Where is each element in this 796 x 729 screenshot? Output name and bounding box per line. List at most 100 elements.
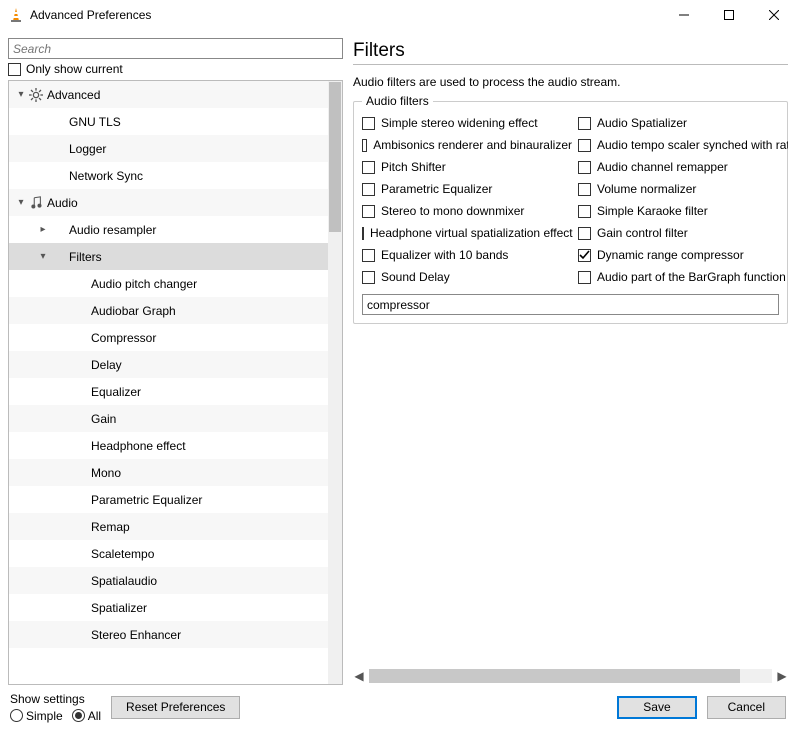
close-button[interactable] <box>751 0 796 30</box>
filter-checkbox[interactable]: Equalizer with 10 bands <box>362 248 572 262</box>
tree-item[interactable]: Spatializer <box>9 594 328 621</box>
tree-item[interactable]: Spatialaudio <box>9 567 328 594</box>
tree-item[interactable]: Equalizer <box>9 378 328 405</box>
checkbox-icon <box>362 183 375 196</box>
scroll-thumb[interactable] <box>369 669 740 683</box>
chevron-down-icon[interactable]: ▾ <box>15 197 27 208</box>
scroll-track[interactable] <box>369 669 772 683</box>
tree-item[interactable]: Stereo Enhancer <box>9 621 328 648</box>
radio-icon <box>72 709 85 722</box>
maximize-button[interactable] <box>706 0 751 30</box>
filter-checkbox[interactable]: Stereo to mono downmixer <box>362 204 572 218</box>
minimize-button[interactable] <box>661 0 706 30</box>
radio-icon <box>10 709 23 722</box>
filter-checkbox[interactable]: Gain control filter <box>578 226 788 240</box>
tree-item[interactable]: ▸Audio resampler <box>9 216 328 243</box>
page-title: Filters <box>353 40 788 62</box>
checkbox-icon <box>578 227 591 240</box>
tree-item[interactable]: GNU TLS <box>9 108 328 135</box>
filter-checkbox-label: Simple stereo widening effect <box>381 116 538 130</box>
chevron-down-icon[interactable]: ▾ <box>37 251 49 262</box>
tree-item[interactable]: Mono <box>9 459 328 486</box>
group-legend: Audio filters <box>362 94 433 108</box>
tree-item[interactable]: Logger <box>9 135 328 162</box>
filter-checkbox[interactable]: Audio channel remapper <box>578 160 788 174</box>
filter-checkbox-label: Sound Delay <box>381 270 450 284</box>
tree-item-label: Advanced <box>45 88 100 102</box>
tree-item[interactable]: Network Sync <box>9 162 328 189</box>
footer: Show settings Simple All Reset Preferenc… <box>0 685 796 729</box>
filter-checkbox[interactable]: Volume normalizer <box>578 182 788 196</box>
tree-item-label: Compressor <box>89 331 156 345</box>
search-input[interactable] <box>8 38 343 59</box>
reset-preferences-button[interactable]: Reset Preferences <box>111 696 240 719</box>
show-settings-label: Show settings <box>10 692 101 706</box>
tree-item[interactable]: Audio pitch changer <box>9 270 328 297</box>
filter-checkbox-label: Stereo to mono downmixer <box>381 204 524 218</box>
only-show-current-checkbox[interactable]: Only show current <box>8 62 343 76</box>
filter-checkbox-label: Simple Karaoke filter <box>597 204 708 218</box>
chevron-down-icon[interactable]: ▾ <box>15 89 27 100</box>
tree-item-label: Filters <box>67 250 102 264</box>
tree-item-label: Audio pitch changer <box>89 277 197 291</box>
tree-item[interactable]: Parametric Equalizer <box>9 486 328 513</box>
checkbox-icon <box>362 161 375 174</box>
filter-checkbox[interactable]: Ambisonics renderer and binauralizer <box>362 138 572 152</box>
filter-checkbox-label: Dynamic range compressor <box>597 248 744 262</box>
scroll-right-arrow-icon[interactable]: ▶ <box>776 669 788 683</box>
filter-checkbox[interactable]: Audio part of the BarGraph function <box>578 270 788 284</box>
tree-item-label: Logger <box>67 142 106 156</box>
tree-item[interactable]: ▾ Advanced <box>9 81 328 108</box>
filter-checkbox-label: Equalizer with 10 bands <box>381 248 508 262</box>
filter-checkbox[interactable]: Simple Karaoke filter <box>578 204 788 218</box>
filter-checkbox-label: Pitch Shifter <box>381 160 446 174</box>
checkbox-icon <box>362 139 367 152</box>
checkbox-icon <box>362 227 364 240</box>
tree-item[interactable]: Headphone effect <box>9 432 328 459</box>
tree-item[interactable]: Gain <box>9 405 328 432</box>
tree-item[interactable]: Audiobar Graph <box>9 297 328 324</box>
save-button[interactable]: Save <box>617 696 696 719</box>
filter-checkbox[interactable]: Headphone virtual spatialization effect <box>362 226 572 240</box>
checkbox-icon <box>578 161 591 174</box>
checkbox-icon <box>578 117 591 130</box>
filter-checkbox[interactable]: Dynamic range compressor <box>578 248 788 262</box>
filter-checkbox-label: Audio channel remapper <box>597 160 728 174</box>
tree-item[interactable]: Remap <box>9 513 328 540</box>
tree-item[interactable]: ▾ Filters <box>9 243 328 270</box>
tree-item-label: Audio <box>45 196 78 210</box>
tree-item[interactable]: Delay <box>9 351 328 378</box>
filter-checkbox[interactable]: Audio tempo scaler synched with rate <box>578 138 788 152</box>
checkbox-icon <box>362 117 375 130</box>
tree-item[interactable]: Compressor <box>9 324 328 351</box>
cancel-button[interactable]: Cancel <box>707 696 786 719</box>
tree-item[interactable]: Scaletempo <box>9 540 328 567</box>
filter-checkbox[interactable]: Pitch Shifter <box>362 160 572 174</box>
window-title: Advanced Preferences <box>30 8 661 22</box>
filter-checkbox[interactable]: Simple stereo widening effect <box>362 116 572 130</box>
tree-item-label: Spatialaudio <box>89 574 157 588</box>
scrollbar-thumb[interactable] <box>329 82 341 232</box>
chevron-right-icon[interactable]: ▸ <box>37 224 49 235</box>
tree-item[interactable]: ▾ Audio <box>9 189 328 216</box>
divider <box>353 64 788 65</box>
filter-checkbox-label: Parametric Equalizer <box>381 182 492 196</box>
radio-all[interactable]: All <box>72 709 101 723</box>
radio-simple[interactable]: Simple <box>10 709 63 723</box>
radio-simple-label: Simple <box>26 709 63 723</box>
filter-checkbox[interactable]: Sound Delay <box>362 270 572 284</box>
checkbox-icon <box>578 205 591 218</box>
tree-scrollbar[interactable] <box>328 81 342 684</box>
only-show-current-label: Only show current <box>26 62 123 76</box>
scroll-left-arrow-icon[interactable]: ◀ <box>353 669 365 683</box>
checkbox-icon <box>362 271 375 284</box>
horizontal-scrollbar[interactable]: ◀ ▶ <box>353 667 788 685</box>
tree-item-label: Parametric Equalizer <box>89 493 202 507</box>
filter-checkbox[interactable]: Parametric Equalizer <box>362 182 572 196</box>
checkbox-checked-icon <box>578 249 591 262</box>
filter-text-input[interactable] <box>362 294 779 315</box>
filter-checkbox-label: Gain control filter <box>597 226 688 240</box>
titlebar: Advanced Preferences <box>0 0 796 30</box>
filter-checkbox[interactable]: Audio Spatializer <box>578 116 788 130</box>
tree-item-label: GNU TLS <box>67 115 121 129</box>
